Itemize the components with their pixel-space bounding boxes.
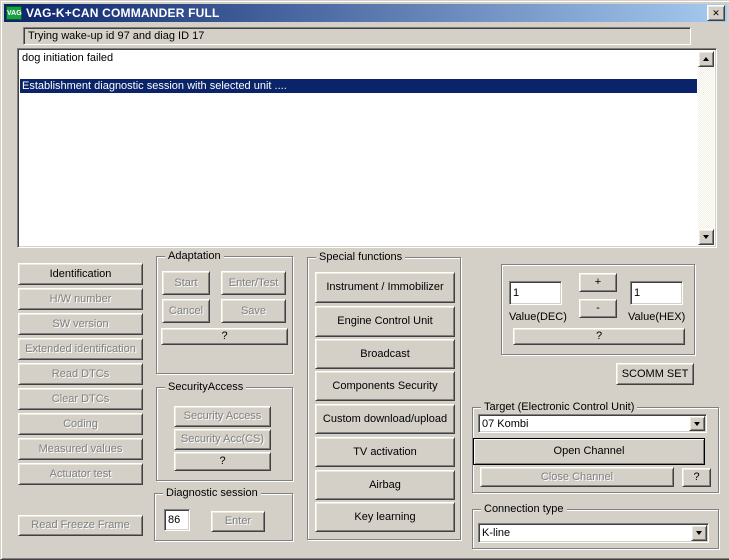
down-arrow-icon [694,421,700,426]
identification-button[interactable]: Identification [18,263,143,285]
value-dec-input[interactable] [509,281,562,305]
value-increment-button[interactable]: + [579,273,617,292]
security-access-button[interactable]: Security Access [174,406,271,427]
title-bar[interactable]: VAG VAG-K+CAN COMMANDER FULL ✕ [4,4,727,22]
diagnostic-session-input[interactable] [164,509,190,531]
adaptation-cancel-button[interactable]: Cancel [162,299,210,323]
connection-type-selected-value: K-line [482,527,511,539]
hw-number-button[interactable]: H/W number [18,288,143,310]
target-help-button[interactable]: ? [682,468,711,487]
open-channel-button[interactable]: Open Channel [473,438,705,465]
adaptation-help-button[interactable]: ? [161,328,288,345]
security-access-help-button[interactable]: ? [174,452,271,471]
target-ecu-selected-value: 07 Kombi [482,417,529,430]
up-arrow-icon [703,57,709,61]
target-ecu-group: Target (Electronic Control Unit) 07 Komb… [472,401,719,493]
close-icon[interactable]: ✕ [707,5,725,21]
broadcast-button[interactable]: Broadcast [315,339,455,369]
scroll-up-icon[interactable] [698,51,714,67]
value-panel: + - Value(DEC) Value(HEX) ? [501,264,695,355]
scrollbar-track[interactable] [698,67,714,229]
extended-identification-button[interactable]: Extended identification [18,338,143,360]
target-ecu-group-label: Target (Electronic Control Unit) [481,401,638,413]
app-window: VAG VAG-K+CAN COMMANDER FULL ✕ Trying wa… [0,0,729,560]
connection-type-group-label: Connection type [481,503,567,515]
coding-button[interactable]: Coding [18,413,143,435]
security-access-group-label: SecurityAccess [165,381,247,393]
clear-dtcs-button[interactable]: Clear DTCs [18,388,143,410]
custom-download-upload-button[interactable]: Custom download/upload [315,404,455,434]
key-learning-button[interactable]: Key learning [315,502,455,532]
window-title: VAG-K+CAN COMMANDER FULL [26,6,220,20]
actuator-test-button[interactable]: Actuator test [18,463,143,485]
diagnostic-session-group-label: Diagnostic session [163,487,261,499]
value-dec-label: Value(DEC) [509,311,567,323]
value-decrement-button[interactable]: - [579,299,617,318]
adaptation-start-button[interactable]: Start [162,271,210,295]
special-functions-group-label: Special functions [316,251,406,263]
airbag-button[interactable]: Airbag [315,470,455,500]
diagnostic-session-group: Diagnostic session Enter [154,487,293,541]
diagnostic-session-enter-button[interactable]: Enter [211,511,265,532]
adaptation-save-button[interactable]: Save [221,299,286,323]
log-row-selected[interactable]: Establishment diagnostic session with se… [20,79,697,93]
status-message: Trying wake-up id 97 and diag ID 17 [23,27,691,45]
special-functions-group: Special functions Instrument / Immobiliz… [307,251,461,540]
value-help-button[interactable]: ? [513,328,685,345]
log-listbox[interactable]: dog initiation failed Establishment diag… [17,48,717,248]
adaptation-enter-test-button[interactable]: Enter/Test [221,271,286,295]
down-arrow-icon [703,235,709,239]
tv-activation-button[interactable]: TV activation [315,437,455,467]
scroll-down-icon[interactable] [698,229,714,245]
security-access-cs-button[interactable]: Security Acc(CS) [174,429,271,450]
close-channel-button[interactable]: Close Channel [480,467,674,487]
log-row[interactable] [20,65,697,79]
target-dropdown-arrow-icon[interactable] [689,416,705,431]
connection-dropdown-arrow-icon[interactable] [691,525,707,541]
log-row[interactable]: dog initiation failed [20,51,697,65]
adaptation-group-label: Adaptation [165,250,224,262]
components-security-button[interactable]: Components Security [315,371,455,401]
sw-version-button[interactable]: SW version [18,313,143,335]
connection-type-dropdown[interactable]: K-line [478,523,709,543]
app-icon: VAG [6,6,22,20]
scomm-set-button[interactable]: SCOMM SET [616,363,694,385]
value-hex-input[interactable] [630,281,683,305]
security-access-group: SecurityAccess Security Access Security … [156,381,293,481]
adaptation-group: Adaptation Start Enter/Test Cancel Save … [156,250,293,374]
instrument-immobilizer-button[interactable]: Instrument / Immobilizer [315,272,455,303]
value-hex-label: Value(HEX) [628,311,686,323]
read-freeze-frame-button[interactable]: Read Freeze Frame [18,515,143,536]
target-ecu-dropdown[interactable]: 07 Kombi [478,414,707,433]
down-arrow-icon [696,531,702,535]
vertical-scrollbar[interactable] [698,51,714,245]
measured-values-button[interactable]: Measured values [18,438,143,460]
engine-control-unit-button[interactable]: Engine Control Unit [315,306,455,337]
connection-type-group: Connection type K-line [472,503,719,549]
read-dtcs-button[interactable]: Read DTCs [18,363,143,385]
